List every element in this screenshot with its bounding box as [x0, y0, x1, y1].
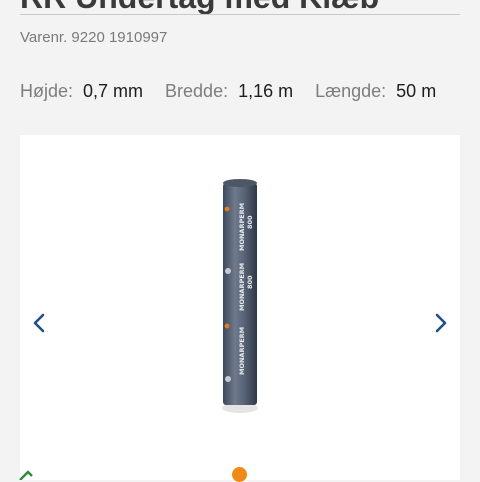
roll-brand-text-2: MONARPERM: [238, 263, 246, 311]
roll-model-text: 800: [246, 215, 254, 229]
gallery-next-button[interactable]: [428, 311, 452, 335]
spec-height-label: Højde:: [20, 81, 74, 101]
product-image: MONARPERM 800 MONARPERM 800 MONARPERM: [222, 179, 258, 413]
roll-brand-text: MONARPERM: [238, 203, 246, 251]
spec-length-label: Længde:: [315, 81, 387, 101]
roll-model-text-2: 800: [246, 275, 254, 289]
gallery-prev-button[interactable]: [28, 311, 52, 335]
spec-height-value: 0,7 mm: [83, 81, 144, 101]
title-divider: [20, 14, 460, 15]
spec-width-value: 1,16 m: [238, 81, 294, 101]
chevron-right-icon: [435, 313, 447, 333]
chevron-left-icon: [33, 313, 45, 333]
spec-length-value: 50 m: [396, 81, 437, 101]
roll-brand-text-3: MONARPERM: [238, 327, 246, 375]
spec-width-label: Bredde:: [165, 81, 229, 101]
image-gallery: MONARPERM 800 MONARPERM 800 MONARPERM: [20, 135, 460, 482]
product-sku: Varenr. 9220 1910997: [20, 29, 168, 46]
partial-icon: [19, 470, 33, 480]
spec-row: Højde: 0,7 mm Bredde: 1,16 m Længde: 50 …: [20, 81, 458, 102]
